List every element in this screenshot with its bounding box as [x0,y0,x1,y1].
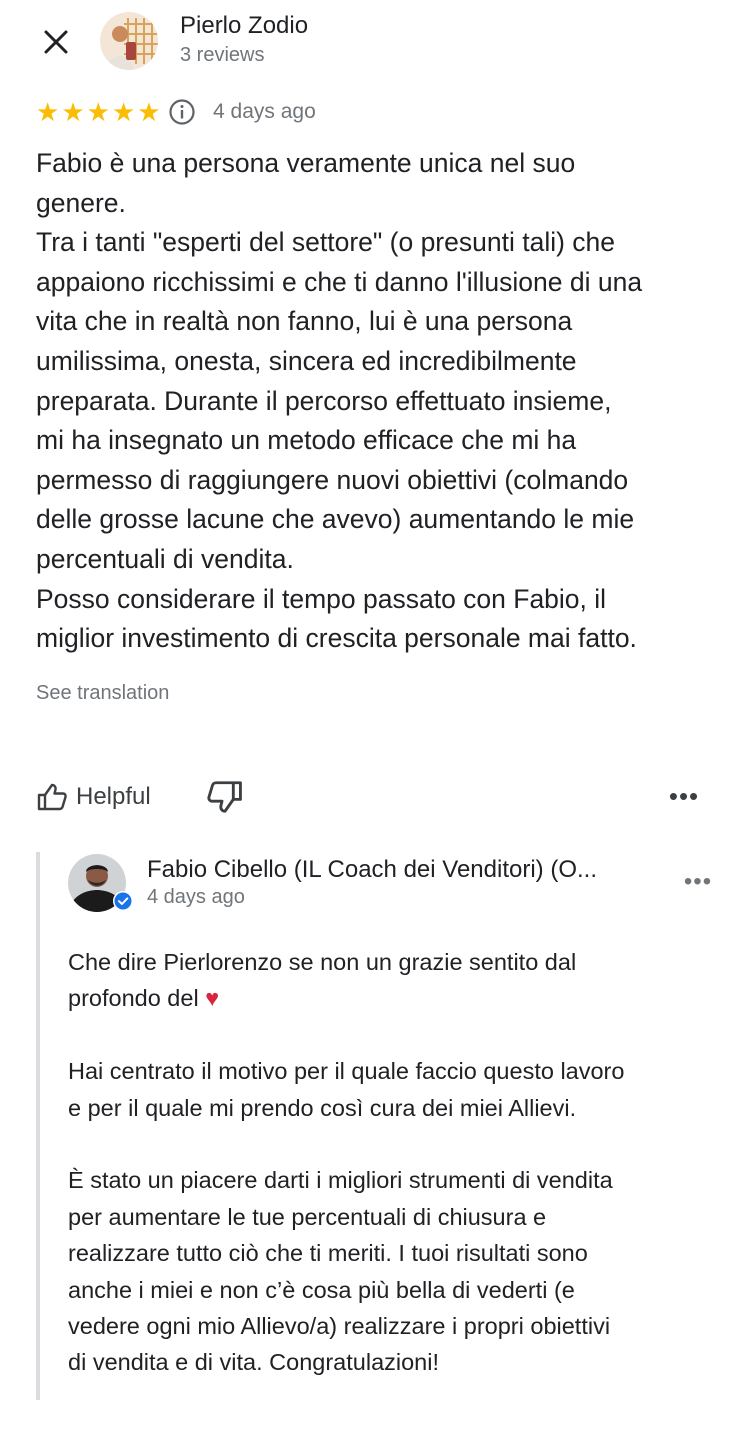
more-horiz-icon: ••• [668,780,700,811]
helpful-label: Helpful [76,783,151,810]
review-date: 4 days ago [213,100,316,123]
star-icon: ★ [61,97,85,127]
info-icon[interactable] [168,98,196,126]
star-icon: ★ [111,97,136,127]
more-horiz-icon: ••• [683,868,713,895]
star-icon: ★ [86,97,110,127]
more-options-button[interactable]: ••• [662,778,706,814]
star-icon: ★ [36,97,60,127]
verified-check-icon [112,890,134,912]
reply-text-part-2: Hai centrato il motivo per il quale facc… [68,1058,625,1376]
see-translation-link[interactable]: See translation [36,682,169,705]
star-icon: ★ [137,97,161,127]
not-helpful-button[interactable] [206,778,244,816]
review-text: Fabio è una persona veramente unica nel … [36,148,643,654]
thumbs-up-icon [37,783,67,811]
reviewer-review-count: 3 reviews [180,44,265,66]
reply-divider [36,852,40,1400]
close-button[interactable] [36,22,76,62]
reply-text-part-1: Che dire Pierlorenzo se non un grazie se… [68,949,577,1012]
owner-reply-date: 4 days ago [147,886,245,908]
reviewer-avatar[interactable] [100,12,158,70]
heart-emoji: ♥ [205,985,220,1012]
thumbs-down-icon [207,781,242,813]
reviewer-name[interactable]: Pierlo Zodio [180,12,308,40]
owner-reply-more-button[interactable]: ••• [676,868,720,896]
star-rating: ★ ★ ★ ★ ★ [36,98,161,126]
close-icon [44,30,68,54]
owner-name[interactable]: Fabio Cibello (IL Coach dei Venditori) (… [147,856,657,884]
owner-reply-text: Che dire Pierlorenzo se non un grazie se… [68,944,708,1381]
helpful-button[interactable]: Helpful [36,778,151,816]
